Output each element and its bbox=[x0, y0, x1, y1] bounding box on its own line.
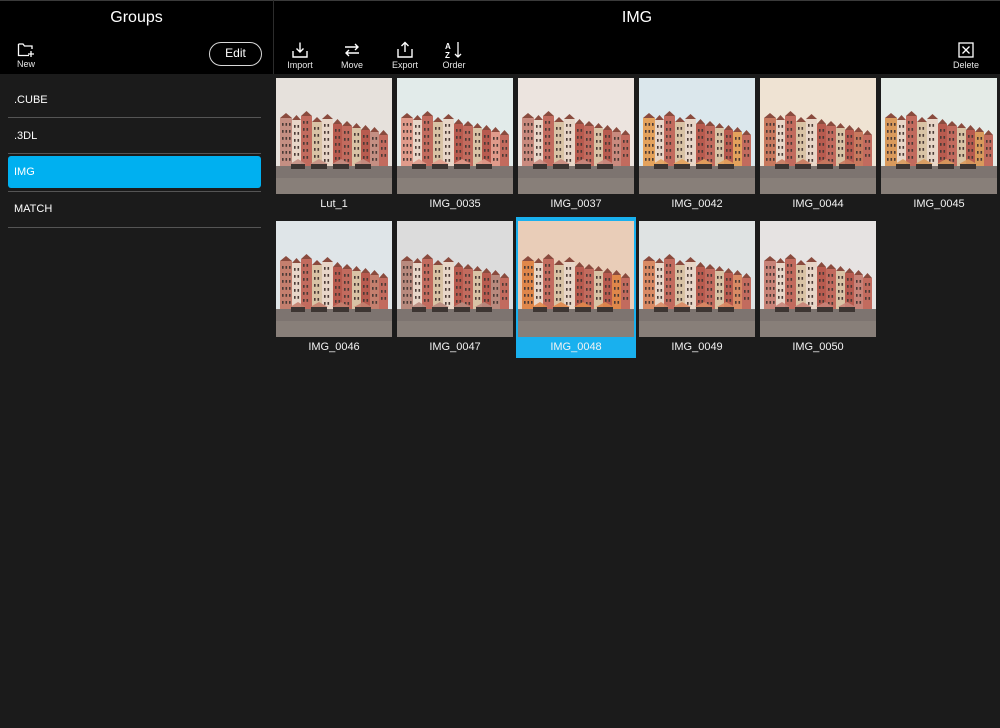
thumbnail-image bbox=[760, 221, 876, 337]
svg-text:Z: Z bbox=[445, 51, 450, 59]
group-item-match[interactable]: MATCH bbox=[8, 193, 261, 225]
thumbnail-image bbox=[881, 78, 997, 194]
sort-az-icon: A Z bbox=[445, 42, 462, 59]
order-label: Order bbox=[442, 60, 466, 70]
divider bbox=[8, 227, 261, 228]
thumbnail-label: Lut_1 bbox=[320, 198, 348, 210]
import-icon bbox=[292, 42, 308, 58]
thumbnail-label: IMG_0037 bbox=[550, 198, 602, 210]
thumbnail-item[interactable]: Lut_1 bbox=[274, 74, 394, 215]
group-item-cube[interactable]: .CUBE bbox=[8, 84, 261, 116]
thumbnail-image bbox=[276, 221, 392, 337]
thumbnail-label: IMG_0046 bbox=[308, 341, 360, 353]
thumbnail-item[interactable]: IMG_0044 bbox=[758, 74, 878, 215]
divider bbox=[8, 117, 261, 118]
divider bbox=[8, 191, 261, 192]
thumbnail-image bbox=[639, 221, 755, 337]
order-button[interactable]: A Z Order bbox=[428, 36, 480, 74]
thumbnail-item[interactable]: IMG_0049 bbox=[637, 217, 757, 358]
move-icon bbox=[345, 43, 359, 57]
thumbnail-label: IMG_0047 bbox=[429, 341, 481, 353]
thumbnail-label: IMG_0050 bbox=[792, 341, 844, 353]
move-label: Move bbox=[340, 60, 363, 70]
import-label: Import bbox=[287, 60, 313, 70]
delete-icon bbox=[958, 42, 974, 58]
thumbnail-label: IMG_0048 bbox=[550, 341, 602, 353]
panel-divider bbox=[273, 0, 274, 74]
thumbnail-photo bbox=[760, 78, 876, 194]
thumbnail-photo bbox=[881, 78, 997, 194]
svg-text:A: A bbox=[445, 42, 451, 51]
thumbnail-image bbox=[518, 78, 634, 194]
thumbnail-label: IMG_0049 bbox=[671, 341, 723, 353]
thumbnail-item[interactable]: IMG_0048 bbox=[516, 217, 636, 358]
export-label: Export bbox=[391, 60, 418, 70]
thumbnail-photo bbox=[518, 221, 634, 337]
thumbnail-photo bbox=[639, 78, 755, 194]
thumbnail-image bbox=[760, 78, 876, 194]
new-group-button[interactable]: New bbox=[0, 36, 52, 74]
thumbnail-item[interactable]: IMG_0042 bbox=[637, 74, 757, 215]
thumbnail-item[interactable]: IMG_0047 bbox=[395, 217, 515, 358]
groups-title: Groups bbox=[110, 9, 163, 26]
new-folder-icon bbox=[17, 43, 34, 57]
thumbnail-image bbox=[397, 78, 513, 194]
thumbnail-photo bbox=[397, 78, 513, 194]
title-bar: Groups IMG bbox=[0, 0, 1000, 36]
delete-label: Delete bbox=[952, 60, 979, 70]
delete-button[interactable]: Delete bbox=[940, 36, 992, 74]
collection-title: IMG bbox=[621, 9, 653, 26]
thumbnail-item[interactable]: IMG_0050 bbox=[758, 217, 878, 358]
move-button[interactable]: Move bbox=[326, 36, 378, 74]
thumbnail-photo bbox=[639, 221, 755, 337]
thumbnail-label: IMG_0045 bbox=[913, 198, 965, 210]
import-button[interactable]: Import bbox=[274, 36, 326, 74]
group-item-img[interactable]: IMG bbox=[8, 156, 261, 188]
thumbnail-photo bbox=[276, 221, 392, 337]
divider bbox=[8, 153, 261, 154]
thumbnail-item[interactable]: IMG_0045 bbox=[879, 74, 999, 215]
thumbnail-grid: Lut_1 IMG_0035 IMG_0037 IMG_0042 IMG_004… bbox=[274, 74, 1000, 728]
thumbnail-photo bbox=[397, 221, 513, 337]
thumbnail-photo bbox=[276, 78, 392, 194]
thumbnail-item[interactable]: IMG_0037 bbox=[516, 74, 636, 215]
thumbnail-image bbox=[397, 221, 513, 337]
thumbnail-label: IMG_0042 bbox=[671, 198, 723, 210]
thumbnail-image bbox=[518, 221, 634, 337]
thumbnail-item[interactable]: IMG_0035 bbox=[395, 74, 515, 215]
groups-sidebar: .CUBE .3DL IMG MATCH bbox=[0, 74, 273, 728]
thumbnail-photo bbox=[760, 221, 876, 337]
thumbnail-photo bbox=[518, 78, 634, 194]
thumbnail-image bbox=[276, 78, 392, 194]
group-item-3dl[interactable]: .3DL bbox=[8, 120, 261, 152]
new-label: New bbox=[16, 59, 35, 69]
thumbnail-label: IMG_0044 bbox=[792, 198, 844, 210]
thumbnail-item[interactable]: IMG_0046 bbox=[274, 217, 394, 358]
export-button[interactable]: Export bbox=[379, 36, 431, 74]
thumbnail-label: IMG_0035 bbox=[429, 198, 481, 210]
export-icon bbox=[397, 41, 413, 58]
toolbar: New Import Move Export A Z Order Delete bbox=[0, 36, 1000, 74]
edit-button[interactable]: Edit bbox=[209, 42, 262, 66]
thumbnail-image bbox=[639, 78, 755, 194]
